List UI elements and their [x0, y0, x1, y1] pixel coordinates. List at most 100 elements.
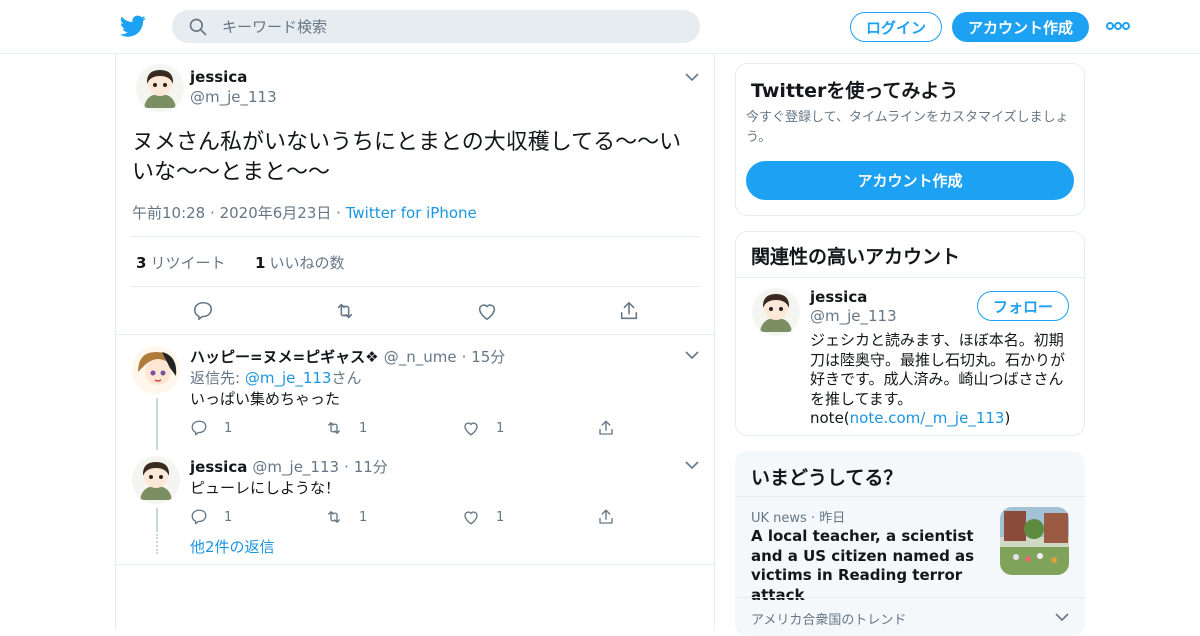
retweet-count: 1 — [359, 420, 368, 436]
like-stat-label: いいねの数 — [269, 254, 345, 272]
reply-action-like[interactable]: 1 — [462, 507, 504, 527]
separator-dot: · — [810, 511, 820, 526]
reply-action-retweet[interactable]: 1 — [325, 507, 367, 527]
reply-author-avatar[interactable] — [132, 456, 180, 504]
reply-icon — [191, 420, 207, 436]
tweet-date[interactable]: 2020年6月23日 — [220, 204, 332, 222]
share-icon[interactable] — [618, 300, 640, 322]
replying-to-handle-link[interactable]: @m_je_113 — [245, 369, 332, 387]
retweet-icon — [328, 422, 340, 434]
chevron-down-icon[interactable] — [1055, 612, 1069, 622]
retweet-icon[interactable] — [334, 300, 356, 322]
avatar-illustration-icon — [132, 456, 180, 504]
divider — [130, 286, 700, 287]
bio-text: ジェシカと読みます、ほぼ本名。初期刀は陸奥守。最推し石切丸。石かりが好きです。成… — [810, 331, 1066, 408]
more-options-icon[interactable] — [1105, 18, 1131, 34]
tweet-metadata: 午前10:28 · 2020年6月23日 · Twitter for iPhon… — [132, 202, 477, 223]
reply-icon — [191, 509, 207, 525]
reply-icon[interactable] — [192, 300, 214, 322]
search-input[interactable] — [222, 10, 682, 43]
author-handle[interactable]: @m_je_113 — [190, 88, 277, 106]
top-navigation-bar: ログイン アカウント作成 — [0, 0, 1200, 54]
avatar-illustration-icon — [752, 288, 800, 336]
reply-text: ピューレにしような！ — [190, 479, 341, 497]
separator-dot: · — [336, 204, 346, 222]
reply-author-handle[interactable]: @m_je_113 — [252, 458, 339, 476]
reply-author-name[interactable]: jessica — [190, 458, 247, 476]
signup-card-button[interactable]: アカウント作成 — [746, 161, 1074, 200]
like-stat[interactable]: 1 いいねの数 — [255, 254, 344, 272]
signup-button[interactable]: アカウント作成 — [952, 12, 1089, 42]
news-photo-icon — [1000, 507, 1069, 575]
like-heart-icon[interactable] — [476, 300, 498, 322]
search-bar — [172, 10, 700, 43]
reply-author-avatar[interactable] — [132, 346, 180, 394]
reply-count: 1 — [224, 509, 233, 525]
login-button[interactable]: ログイン — [850, 12, 942, 42]
like-count: 1 — [255, 254, 266, 272]
related-accounts-title: 関連性の高いアカウント — [751, 246, 961, 268]
share-icon — [599, 509, 613, 524]
follow-button[interactable]: フォロー — [977, 291, 1069, 321]
reply-action-share[interactable] — [597, 418, 631, 438]
reply-text: いっぱい集めちゃった — [190, 390, 341, 408]
related-account-name[interactable]: jessica — [810, 288, 867, 306]
reply-action-reply[interactable]: 1 — [190, 507, 232, 527]
reply-action-share[interactable] — [597, 507, 631, 527]
news-item[interactable]: UK news · 昨日 A local teacher, a scientis… — [735, 497, 1085, 604]
retweet-count: 1 — [359, 509, 368, 525]
related-accounts-card: 関連性の高いアカウント jessica @m_je_113 フォロー ジェシカと… — [735, 231, 1085, 436]
separator-dot: · — [344, 458, 354, 476]
reply-author-handle[interactable]: @_n_ume — [384, 348, 457, 366]
related-account-bio: ジェシカと読みます、ほぼ本名。初期刀は陸奥守。最推し石切丸。石かりが好きです。成… — [810, 331, 1074, 429]
tweet-text: ヌメさん私がいないうちにとまとの大収穫してる〜〜いいな〜〜とまと〜〜 — [132, 130, 682, 185]
tweet-detail-column: jessica @m_je_113 ヌメさん私がいないうちにとまとの大収穫してる… — [115, 54, 715, 630]
author-name[interactable]: jessica — [190, 68, 247, 86]
whats-happening-title: いまどうしてる？ — [751, 467, 903, 489]
avatar-illustration-icon — [132, 346, 180, 394]
divider — [116, 564, 714, 565]
tweet-time[interactable]: 午前10:28 — [132, 204, 205, 222]
thread-dotted-connector — [156, 534, 158, 554]
reply-count: 1 — [224, 420, 233, 436]
divider — [735, 597, 1085, 598]
chevron-down-icon[interactable] — [685, 460, 699, 470]
chevron-down-icon[interactable] — [685, 72, 699, 82]
reply-action-reply[interactable]: 1 — [190, 418, 232, 438]
thread-connector — [156, 508, 158, 532]
like-heart-icon — [464, 422, 478, 436]
tweet-actions — [116, 300, 716, 324]
related-account-avatar[interactable] — [752, 288, 800, 336]
signup-card-title: Twitterを使ってみよう — [751, 80, 959, 102]
share-icon — [599, 420, 613, 435]
reply-age[interactable]: 11分 — [354, 458, 388, 476]
divider — [736, 277, 1084, 278]
reply-action-like[interactable]: 1 — [462, 418, 504, 438]
author-avatar[interactable] — [136, 64, 184, 112]
signup-card-description: 今すぐ登録して、タイムラインをカスタマイズしましょう。 — [746, 110, 1069, 145]
reply-header: jessica @m_je_113 · 11分 — [190, 456, 388, 477]
chevron-down-icon[interactable] — [685, 350, 699, 360]
reply-header: ハッピー=ヌメ=ピギャス❖ @_n_ume · 15分 — [190, 346, 505, 367]
retweet-stat[interactable]: 3 リツイート — [136, 254, 225, 272]
tweet-stats: 3 リツイート 1 いいねの数 — [136, 252, 344, 273]
news-meta: UK news · 昨日 — [751, 507, 845, 526]
twitter-bird-icon[interactable] — [119, 13, 147, 39]
replying-to-prefix: 返信先: — [190, 369, 245, 387]
bio-note-prefix: note( — [810, 409, 850, 427]
related-account-handle[interactable]: @m_je_113 — [810, 307, 897, 325]
retweet-stat-label: リツイート — [150, 254, 226, 272]
reply-age[interactable]: 15分 — [471, 348, 505, 366]
news-source: UK news — [751, 511, 807, 526]
replying-to-suffix: さん — [331, 369, 362, 387]
reply-author-name[interactable]: ハッピー=ヌメ=ピギャス❖ — [190, 348, 379, 366]
like-count: 1 — [496, 420, 505, 436]
show-more-replies-link[interactable]: 他2件の返信 — [190, 536, 275, 557]
retweet-count: 3 — [136, 254, 147, 272]
bio-note-link[interactable]: note.com/_m_je_113 — [850, 409, 1005, 427]
bio-note-suffix: ) — [1004, 409, 1011, 427]
reply-action-retweet[interactable]: 1 — [325, 418, 367, 438]
news-headline: A local teacher, a scientist and a US ci… — [751, 527, 975, 604]
tweet-source-link[interactable]: Twitter for iPhone — [346, 204, 477, 222]
replying-to: 返信先: @m_je_113さん — [190, 367, 361, 388]
